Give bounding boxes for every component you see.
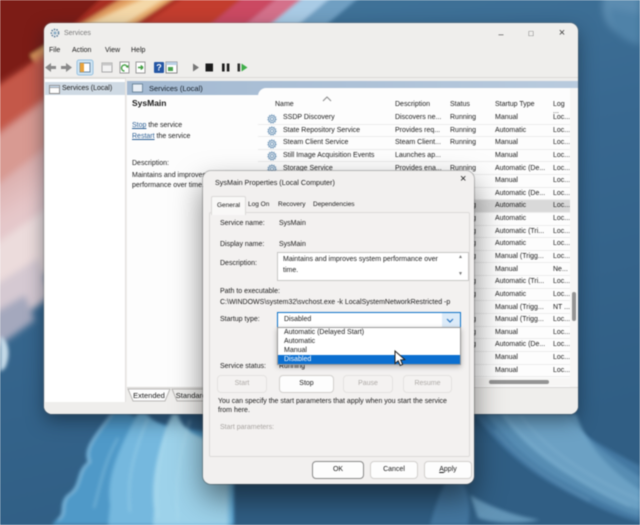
svg-text:?: ? <box>156 63 162 73</box>
svg-text:Standard: Standard <box>176 391 206 400</box>
svg-text:Extended: Extended <box>133 391 165 400</box>
